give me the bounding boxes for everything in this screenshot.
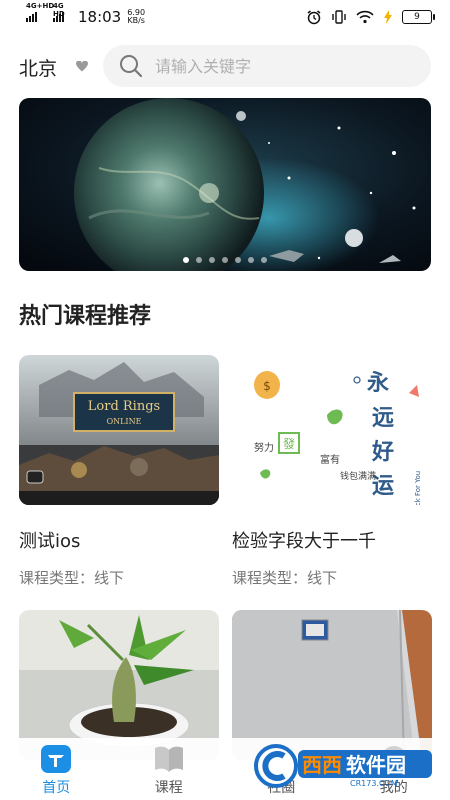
network-speed: 6.90 KB/s (127, 9, 145, 25)
svg-text:$: $ (263, 379, 271, 393)
svg-text:ONLINE: ONLINE (107, 417, 142, 426)
carousel-dot[interactable] (235, 257, 241, 263)
image-small-text: 富有 (320, 453, 340, 466)
book-icon (154, 746, 183, 772)
banner-image (19, 98, 431, 271)
course-card[interactable]: $ 發 永 远 好 运 努力 富有 钱包满满 Good Luck For You… (232, 355, 432, 588)
network-label-2: 4G HD (53, 2, 65, 18)
carousel-dot[interactable] (248, 257, 254, 263)
vibrate-icon (332, 10, 346, 24)
svg-text:CR173.COM: CR173.COM (350, 779, 398, 788)
network-label: 4G+HD (26, 2, 55, 10)
carousel-dot[interactable] (183, 257, 189, 263)
header: 北京 (0, 42, 450, 90)
location-dropdown-icon[interactable] (75, 61, 89, 73)
svg-text:西西: 西西 (302, 753, 342, 777)
search-icon (120, 55, 143, 78)
signal-icon-2: 4G HD (53, 2, 65, 22)
clock: 18:03 (78, 8, 122, 26)
section-title: 热门课程推荐 (19, 304, 152, 329)
image-english-text: Good Luck For You (414, 471, 422, 505)
nav-home-label: 首页 (42, 780, 71, 796)
battery-icon: 9 (402, 10, 435, 24)
charging-icon (384, 10, 392, 24)
course-thumbnail: Lord Rings ONLINE (19, 355, 219, 505)
nav-courses[interactable]: 课程 (113, 738, 226, 800)
banner-carousel[interactable] (19, 98, 431, 271)
svg-text:Lord Rings: Lord Rings (88, 399, 160, 414)
alarm-icon (307, 10, 321, 25)
speed-unit: KB/s (127, 16, 145, 25)
search-input[interactable] (155, 56, 395, 76)
image-small-text: 钱包满满 (340, 470, 376, 482)
home-icon (41, 745, 72, 773)
course-title: 测试ios (19, 531, 81, 552)
nav-courses-label: 课程 (154, 780, 183, 796)
wifi-icon (356, 10, 374, 24)
carousel-dot[interactable] (222, 257, 228, 263)
image-big-text: 远 (372, 405, 394, 431)
carousel-dot[interactable] (261, 257, 267, 263)
watermark: 西西 软件园 CR173.COM (254, 744, 434, 788)
course-title: 检验字段大于一千 (232, 531, 376, 552)
image-stamp-text: 發 (283, 436, 295, 451)
carousel-indicator (19, 257, 431, 263)
course-thumbnail: $ 發 永 远 好 运 努力 富有 钱包满满 Good Luck For You (232, 355, 432, 505)
svg-text:软件园: 软件园 (346, 753, 406, 777)
course-type: 课程类型：线下 (19, 569, 125, 587)
carousel-dot[interactable] (196, 257, 202, 263)
carousel-dot[interactable] (209, 257, 215, 263)
status-bar: 4G+HD 4G HD 18:03 6.90 KB/s 9 (0, 0, 450, 34)
course-type: 课程类型：线下 (232, 569, 338, 587)
city-selector[interactable]: 北京 (19, 54, 57, 81)
image-big-text: 永 (367, 370, 389, 396)
nav-home[interactable]: 首页 (0, 738, 113, 800)
image-big-text: 好 (371, 439, 394, 465)
signal-icon: 4G+HD (26, 2, 54, 22)
battery-level: 9 (414, 12, 420, 22)
course-card[interactable]: Lord Rings ONLINE 测试ios 课程类型：线下 (19, 355, 219, 588)
image-small-text: 努力 (254, 441, 274, 454)
search-bar[interactable] (103, 45, 431, 87)
